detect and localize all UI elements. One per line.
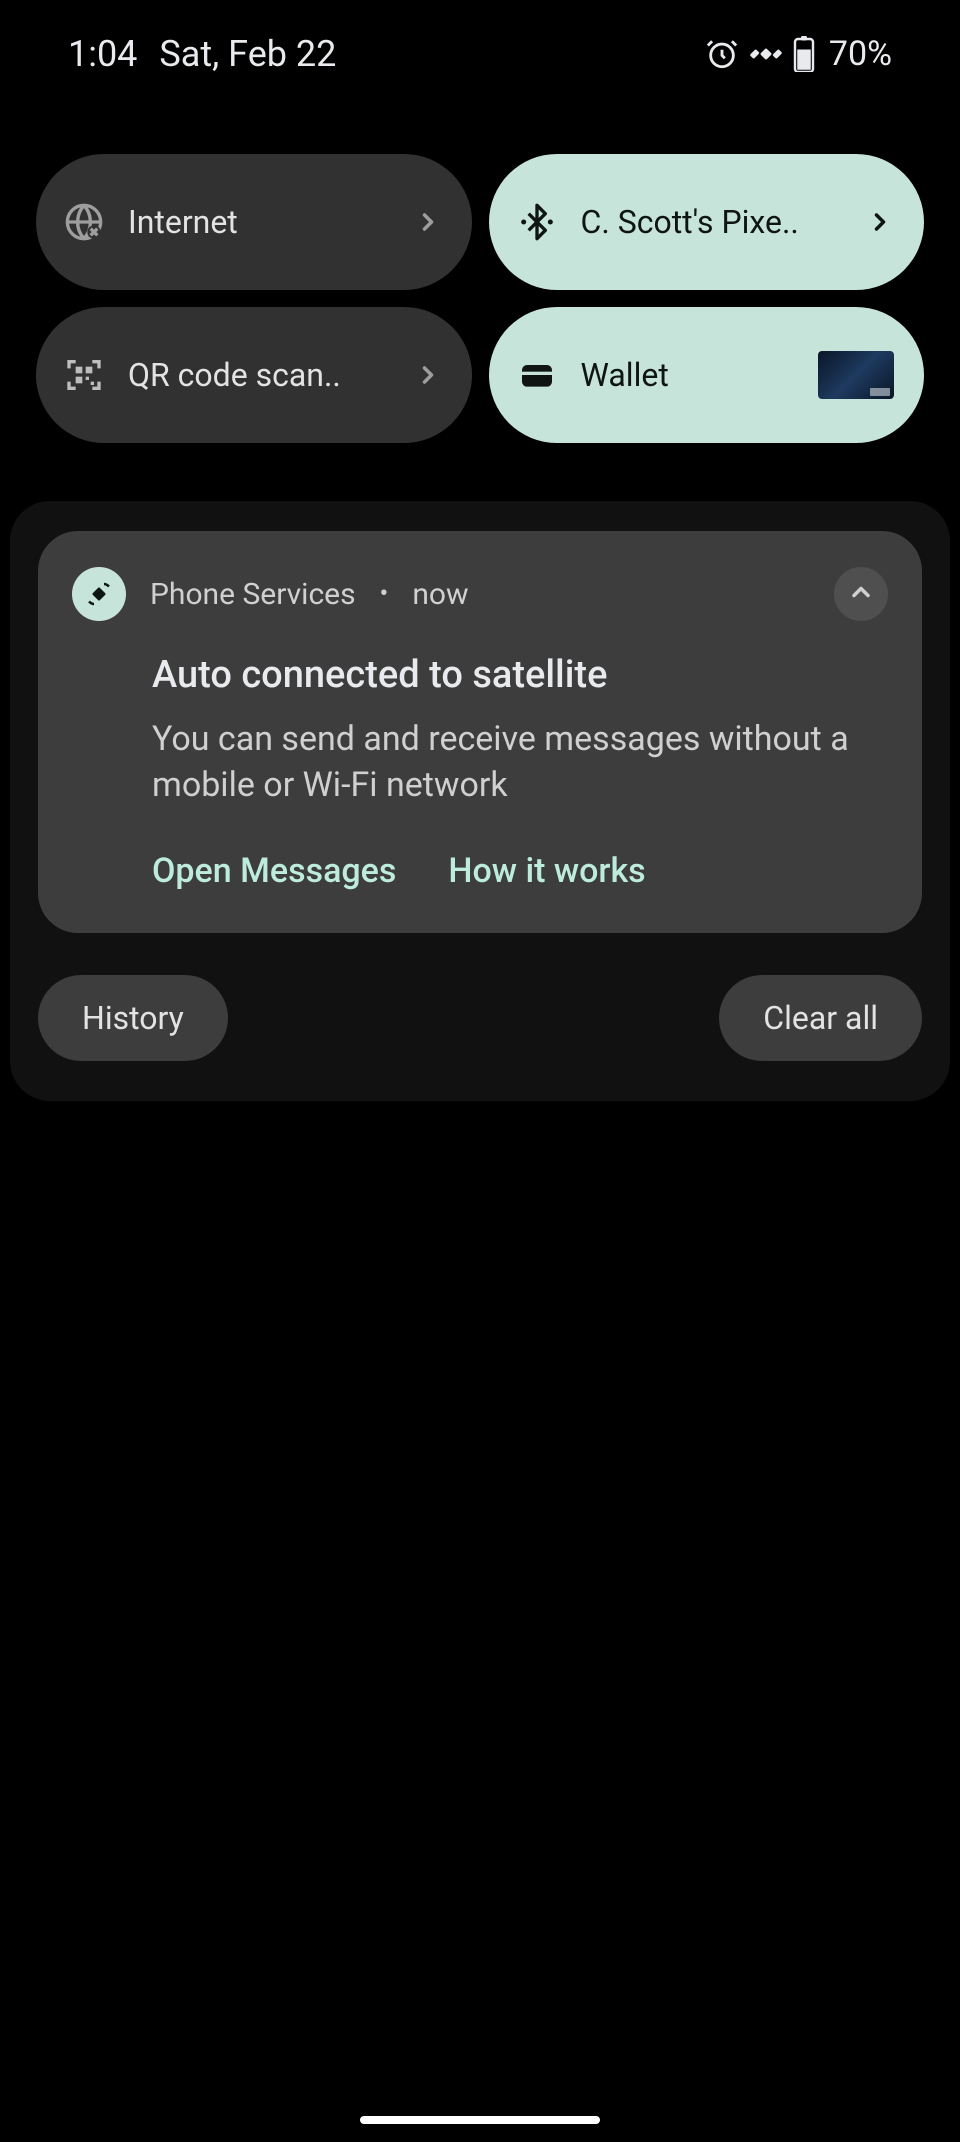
notification-time: now [412, 577, 810, 612]
battery-icon [793, 36, 815, 72]
notification-shade: Phone Services • now Auto connected to s… [10, 501, 950, 1101]
chevron-right-icon [414, 361, 442, 389]
qr-scanner-icon [64, 355, 104, 395]
qs-tile-label: C. Scott's Pixe.. [581, 203, 843, 241]
bluetooth-connected-icon [517, 202, 557, 242]
status-time: 1:04 [68, 33, 137, 75]
quick-settings-grid: Internet C. Scott's Pixe.. [0, 80, 960, 443]
navigation-handle[interactable] [360, 2116, 600, 2124]
notification-header: Phone Services • now [72, 567, 888, 621]
history-button[interactable]: History [38, 975, 228, 1061]
separator-dot: • [380, 579, 389, 609]
qs-tile-wallet[interactable]: Wallet [489, 307, 925, 443]
qs-tile-qrscanner[interactable]: QR code scan.. [36, 307, 472, 443]
open-messages-action[interactable]: Open Messages [152, 851, 396, 891]
wallet-icon [517, 355, 557, 395]
notification-card[interactable]: Phone Services • now Auto connected to s… [38, 531, 922, 933]
chevron-right-icon [414, 208, 442, 236]
notification-body: Auto connected to satellite You can send… [72, 653, 888, 809]
qs-tile-internet[interactable]: Internet [36, 154, 472, 290]
status-right: 70% [705, 34, 892, 74]
qs-tile-label: Internet [128, 203, 390, 241]
battery-percentage: 70% [829, 34, 892, 74]
qs-tile-label: QR code scan.. [128, 356, 390, 394]
qs-tile-bluetooth[interactable]: C. Scott's Pixe.. [489, 154, 925, 290]
chevron-right-icon [866, 208, 894, 236]
how-it-works-action[interactable]: How it works [448, 851, 645, 891]
shade-footer: History Clear all [38, 975, 922, 1061]
qs-tile-label: Wallet [581, 356, 795, 394]
satellite-icon [749, 37, 783, 71]
collapse-button[interactable] [834, 567, 888, 621]
alarm-icon [705, 37, 739, 71]
status-date: Sat, Feb 22 [159, 33, 336, 75]
notification-actions: Open Messages How it works [72, 851, 888, 891]
notification-title: Auto connected to satellite [152, 653, 888, 697]
globe-off-icon [64, 202, 104, 242]
status-left: 1:04 Sat, Feb 22 [68, 33, 336, 75]
chevron-up-icon [847, 578, 875, 610]
wallet-card-thumbnail [818, 351, 894, 399]
status-bar: 1:04 Sat, Feb 22 70% [0, 0, 960, 80]
phone-services-icon [72, 567, 126, 621]
notification-text: You can send and receive messages withou… [152, 717, 888, 809]
clear-all-button[interactable]: Clear all [719, 975, 922, 1061]
notification-app-name: Phone Services [150, 577, 356, 612]
